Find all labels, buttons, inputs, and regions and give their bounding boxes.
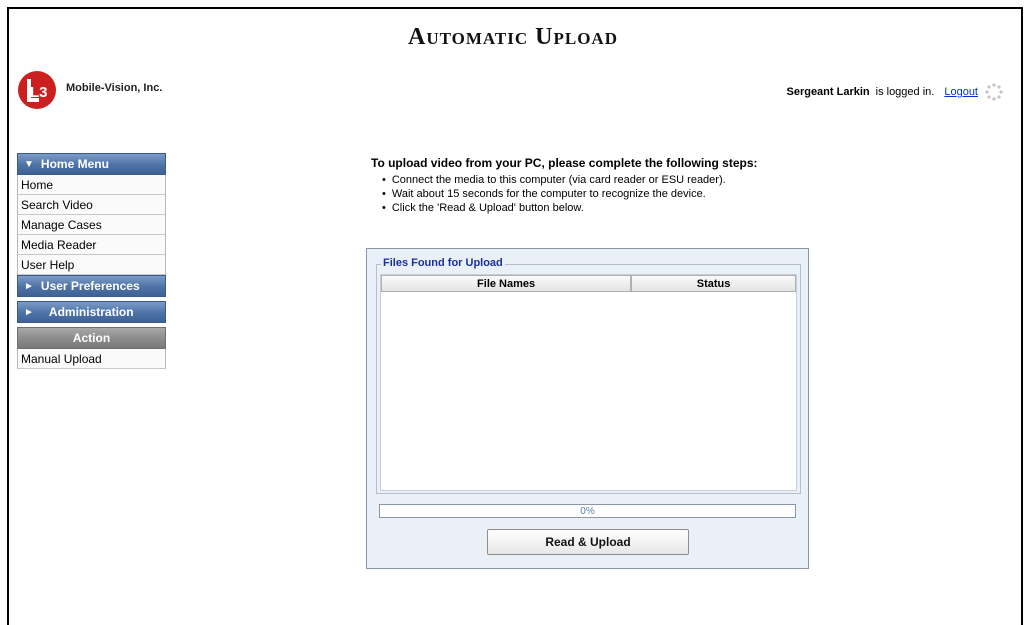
logo-text: L3 [30, 84, 48, 101]
home-menu-label: Home Menu [40, 157, 109, 171]
instructions-list: Connect the media to this computer (via … [371, 173, 851, 215]
instruction-step: Click the 'Read & Upload' button below. [382, 201, 851, 215]
user-name: Sergeant Larkin [786, 86, 870, 98]
upload-panel: Files Found for Upload File Names Status… [366, 248, 809, 569]
user-preferences-label: User Preferences [40, 279, 140, 293]
files-table[interactable]: File Names Status [380, 274, 797, 491]
l3-logo: L3 [18, 71, 56, 109]
administration-header[interactable]: ► Administration [17, 301, 166, 323]
company-name: Mobile-Vision, Inc. [66, 82, 163, 94]
triangle-down-icon: ▼ [24, 158, 34, 170]
column-header-status[interactable]: Status [631, 275, 796, 292]
files-fieldset: Files Found for Upload File Names Status [376, 257, 801, 494]
action-header: Action [17, 327, 166, 349]
page-title: Automatic Upload [408, 24, 618, 50]
triangle-right-icon: ► [24, 306, 34, 318]
sidebar-nav: ▼ Home Menu Home Search Video Manage Cas… [17, 153, 166, 369]
instruction-step: Connect the media to this computer (via … [382, 173, 851, 187]
instructions-heading: To upload video from your PC, please com… [371, 156, 758, 170]
read-upload-button[interactable]: Read & Upload [487, 529, 689, 555]
user-preferences-header[interactable]: ► User Preferences [17, 275, 166, 297]
home-menu-header[interactable]: ▼ Home Menu [17, 153, 166, 175]
user-status-bar: Sergeant Larkin is logged in. Logout [786, 82, 1004, 102]
instruction-step: Wait about 15 seconds for the computer t… [382, 187, 851, 201]
triangle-right-icon: ► [24, 280, 34, 292]
sidebar-item-media-reader[interactable]: Media Reader [17, 235, 166, 255]
column-header-file-names[interactable]: File Names [381, 275, 632, 292]
spinner-icon [985, 83, 1003, 101]
logout-link[interactable]: Logout [944, 86, 978, 98]
sidebar-item-manage-cases[interactable]: Manage Cases [17, 215, 166, 235]
files-legend: Files Found for Upload [381, 257, 505, 269]
sidebar-item-search-video[interactable]: Search Video [17, 195, 166, 215]
progress-label: 0% [580, 505, 595, 517]
upload-instructions: To upload video from your PC, please com… [371, 156, 851, 215]
sidebar-item-manual-upload[interactable]: Manual Upload [17, 349, 166, 369]
login-status-text: is logged in. [875, 86, 935, 98]
sidebar-item-user-help[interactable]: User Help [17, 255, 166, 275]
files-table-header: File Names Status [381, 275, 796, 292]
upload-progress-bar: 0% [379, 504, 796, 518]
sidebar-item-home[interactable]: Home [17, 175, 166, 195]
administration-label: Administration [48, 305, 134, 319]
